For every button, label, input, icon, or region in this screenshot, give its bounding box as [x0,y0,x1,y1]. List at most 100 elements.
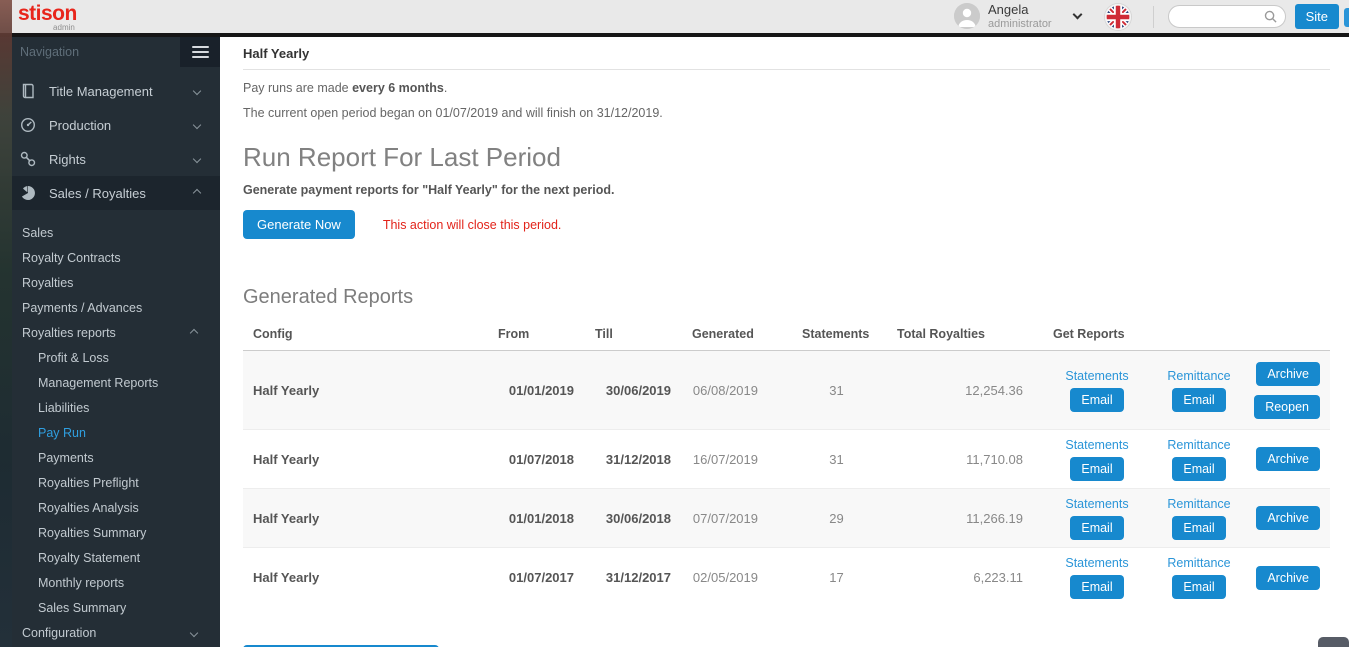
cell-total-royalties: 12,254.36 [879,383,1029,398]
sidebar-item-management-reports[interactable]: Management Reports [0,370,220,395]
sidebar-item-payments-advances[interactable]: Payments / Advances [0,295,220,320]
cell-total-royalties: 11,266.19 [879,511,1029,526]
cell-statements: 17 [784,570,879,585]
pay-run-frequency-text: Pay runs are made every 6 months. [243,81,1330,95]
chevron-down-icon [190,628,198,636]
main-content: Half Yearly Pay runs are made every 6 mo… [220,37,1349,647]
sidebar-item-royalties-analysis[interactable]: Royalties Analysis [0,495,220,520]
sidebar-item-royalties-preflight[interactable]: Royalties Preflight [0,470,220,495]
site-button[interactable]: Site [1295,4,1339,29]
logo[interactable]: stison admin [18,3,77,32]
sidebar-item-label: Royalties Summary [38,526,146,540]
sidebar-item-profit-loss[interactable]: Profit & Loss [0,345,220,370]
sidebar-item-label: Monthly reports [38,576,124,590]
sidebar-item-sales-royalties[interactable]: Sales / Royalties [0,176,220,210]
cell-total-royalties: 11,710.08 [879,452,1029,467]
cell-till: 31/12/2018 [590,452,687,467]
sidebar-item-label: Payments / Advances [22,301,142,315]
sidebar-item-payments[interactable]: Payments [0,445,220,470]
table-row: Half Yearly 01/01/2018 30/06/2018 07/07/… [243,489,1330,548]
sidebar-item-label: Rights [49,152,86,167]
column-header-statements: Statements [784,327,879,341]
sidebar-item-label: Royalties Analysis [38,501,139,515]
app-header: stison admin Angela administrator [0,0,1349,33]
archive-button[interactable]: Archive [1256,362,1320,386]
statements-link[interactable]: Statements [1065,369,1128,383]
remittance-link[interactable]: Remittance [1167,497,1230,511]
cell-from: 01/07/2018 [493,452,590,467]
hamburger-menu-button[interactable] [180,37,220,67]
statements-email-button[interactable]: Email [1070,457,1123,481]
table-header-row: Config From Till Generated Statements To… [243,322,1330,351]
sidebar-item-production[interactable]: Production [0,108,220,142]
user-menu[interactable]: Angela administrator [954,3,1081,31]
cell-get-reports: Statements Email Remittance Email Archiv… [1029,556,1330,599]
user-role: administrator [988,18,1052,31]
column-header-config: Config [243,327,493,341]
column-header-generated: Generated [687,327,784,341]
sidebar-item-label: Sales / Royalties [49,186,146,201]
search-icon [1264,10,1277,23]
gauge-icon [20,117,37,134]
statements-email-button[interactable]: Email [1070,575,1123,599]
statements-link[interactable]: Statements [1065,438,1128,452]
remittance-email-button[interactable]: Email [1172,516,1225,540]
reopen-button[interactable]: Reopen [1254,395,1320,419]
cell-config: Half Yearly [243,452,493,467]
sidebar-item-rights[interactable]: Rights [0,142,220,176]
background-photo-edge [0,0,12,647]
cell-get-reports: Statements Email Remittance Email Archiv… [1029,362,1330,419]
remittance-link[interactable]: Remittance [1167,369,1230,383]
column-header-till: Till [590,327,687,341]
archive-button[interactable]: Archive [1256,506,1320,530]
sidebar-item-pay-run[interactable]: Pay Run [0,420,220,445]
archive-button[interactable]: Archive [1256,447,1320,471]
sidebar-item-label: Royalty Statement [38,551,140,565]
generate-now-button[interactable]: Generate Now [243,210,355,239]
sidebar-item-monthly-reports[interactable]: Monthly reports [0,570,220,595]
statements-email-button[interactable]: Email [1070,516,1123,540]
statements-link[interactable]: Statements [1065,497,1128,511]
sidebar-item-royalty-statement[interactable]: Royalty Statement [0,545,220,570]
table-row: Half Yearly 01/07/2018 31/12/2018 16/07/… [243,430,1330,489]
sidebar-item-liabilities[interactable]: Liabilities [0,395,220,420]
remittance-link[interactable]: Remittance [1167,556,1230,570]
link-icon [20,151,37,168]
remittance-email-button[interactable]: Email [1172,388,1225,412]
remittance-email-button[interactable]: Email [1172,575,1225,599]
sidebar-item-configuration[interactable]: Configuration [0,620,220,645]
archive-button[interactable]: Archive [1256,566,1320,590]
sidebar-item-title-management[interactable]: Title Management [0,74,220,108]
cell-till: 30/06/2018 [590,511,687,526]
sidebar-item-royalties-reports[interactable]: Royalties reports [0,320,220,345]
generated-reports-heading: Generated Reports [243,286,1330,309]
header-actions: Angela administrator [954,0,1339,33]
sidebar-item-royalty-contracts[interactable]: Royalty Contracts [0,245,220,270]
book-icon [20,83,37,100]
generate-row: Generate Now This action will close this… [243,210,1330,239]
intro-suffix: . [444,81,447,95]
remittance-email-button[interactable]: Email [1172,457,1225,481]
cell-statements: 29 [784,511,879,526]
cell-get-reports: Statements Email Remittance Email Archiv… [1029,438,1330,481]
clipped-corner-widget[interactable] [1318,637,1349,647]
sidebar-item-sales-summary[interactable]: Sales Summary [0,595,220,620]
statements-email-button[interactable]: Email [1070,388,1123,412]
cell-total-royalties: 6,223.11 [879,570,1029,585]
language-flag-uk[interactable] [1105,4,1131,30]
generated-reports-table: Config From Till Generated Statements To… [243,322,1330,607]
sidebar-item-sales[interactable]: Sales [0,220,220,245]
row-actions: Archive [1256,566,1320,590]
column-header-get-reports: Get Reports [1029,327,1330,341]
cell-config: Half Yearly [243,383,493,398]
table-row: Half Yearly 01/07/2017 31/12/2017 02/05/… [243,548,1330,607]
sidebar-item-royalties-summary[interactable]: Royalties Summary [0,520,220,545]
remittance-link[interactable]: Remittance [1167,438,1230,452]
intro-prefix: Pay runs are made [243,81,352,95]
cell-from: 01/01/2018 [493,511,590,526]
sidebar-item-royalties[interactable]: Royalties [0,270,220,295]
statements-report-block: Statements Email [1053,438,1141,481]
row-actions: Archive [1256,447,1320,471]
page-title: Half Yearly [243,46,1330,70]
statements-link[interactable]: Statements [1065,556,1128,570]
